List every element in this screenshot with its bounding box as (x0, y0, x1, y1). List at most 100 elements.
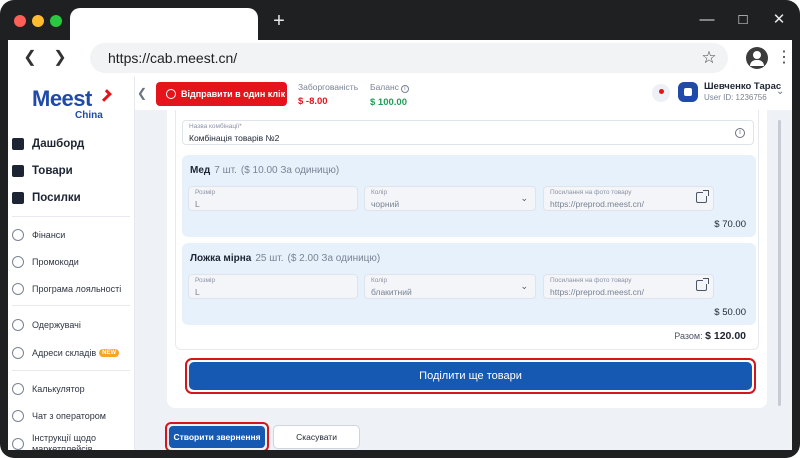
minimize-window-button[interactable] (32, 15, 44, 27)
info-icon[interactable]: i (400, 85, 409, 93)
photo-link-field[interactable]: Посилання на фото товару https://preprod… (543, 186, 714, 211)
location-icon (12, 347, 24, 359)
sidebar-item-label: Фінанси (32, 229, 66, 240)
sidebar-item-loyalty[interactable]: Програма лояльності (12, 278, 132, 300)
restore-icon[interactable]: □ (733, 10, 753, 30)
sidebar-item-label: Інструкції щодо маркетплейсів (32, 433, 96, 450)
sidebar-item-label: Одержувачі (32, 319, 81, 330)
main-content: Назва комбінації* Комбінація товарів №2 … (135, 110, 792, 450)
sidebar-item-label: Програма лояльності (32, 283, 122, 294)
external-link-icon[interactable] (696, 190, 709, 203)
chevron-down-icon[interactable]: ⌄ (776, 86, 784, 97)
user-name[interactable]: Шевченко Тарас (704, 81, 781, 92)
create-highlight: Створити звернення (165, 422, 269, 450)
sidebar-item-calculator[interactable]: Калькулятор (12, 378, 132, 400)
field-label: Посилання на фото товару (550, 189, 632, 196)
create-request-button[interactable]: Створити звернення (169, 426, 265, 448)
logo-text: Meest (32, 86, 92, 111)
sidebar-item-label: Промокоди (32, 256, 79, 267)
share-more-goods-button[interactable]: Поділити ще товари (189, 362, 752, 390)
sidebar-item-dashboard[interactable]: Дашборд (12, 133, 132, 155)
field-label: Посилання на фото товару (550, 277, 632, 284)
sidebar-divider (12, 370, 130, 371)
sidebar-item-instructions[interactable]: Інструкції щодо маркетплейсів (12, 431, 132, 450)
color-select[interactable]: Колір блакитний ⌄ (364, 274, 536, 299)
app-header: ❮ Відправити в один клік Заборгованість … (135, 76, 792, 110)
chevron-down-icon: ⌄ (520, 281, 528, 291)
field-label: Назва комбінації* (189, 123, 242, 130)
sidebar-item-label: Дашборд (32, 138, 85, 150)
field-label: Розмір (195, 277, 216, 284)
close-window-button[interactable] (14, 15, 26, 27)
back-icon[interactable]: ❮ (20, 48, 40, 68)
item-unit-price: ($ 10.00 За одиницю) (240, 165, 340, 176)
field-value: блакитний (371, 287, 412, 297)
balance-label: Баланс (370, 82, 399, 92)
total-label: Разом: (674, 331, 703, 341)
combination-block: Назва комбінації* Комбінація товарів №2 … (175, 110, 759, 350)
send-one-click-button[interactable]: Відправити в один клік (156, 82, 287, 106)
info-icon[interactable]: i (735, 128, 745, 138)
page-viewport: Meest China Дашборд Товари Посилки Фінан… (8, 76, 792, 450)
field-value: Комбінація товарів №2 (189, 133, 280, 143)
sidebar-item-promocodes[interactable]: Промокоди (12, 251, 132, 273)
field-value: https://preprod.meest.cn/ (550, 287, 645, 297)
external-link-icon[interactable] (696, 278, 709, 291)
item-price: $ 50.00 (714, 307, 746, 318)
sidebar-item-label: Товари (32, 165, 73, 177)
sidebar-divider (12, 305, 130, 306)
forward-icon[interactable]: ❯ (50, 48, 70, 68)
share-highlight: Поділити ще товари (185, 358, 756, 394)
item-unit-price: ($ 2.00 За одиницю) (287, 253, 381, 264)
debt-value: $ -8.00 (298, 96, 328, 107)
profile-icon[interactable] (746, 47, 768, 69)
close-icon[interactable]: ✕ (769, 10, 789, 30)
bookmark-star-icon[interactable]: ☆ (698, 47, 720, 69)
total-row: Разом: $ 120.00 (674, 330, 746, 342)
color-select[interactable]: Колір чорний ⌄ (364, 186, 536, 211)
sidebar-item-label: Адреси складів (32, 347, 97, 358)
field-label: Колір (371, 277, 388, 284)
wallet-icon (12, 229, 24, 241)
calculator-icon (12, 383, 24, 395)
dashboard-icon (12, 138, 24, 150)
url-text: https://cab.meest.cn/ (108, 50, 238, 66)
sidebar-item-chat[interactable]: Чат з оператором (12, 405, 132, 427)
size-field[interactable]: Розмір L (188, 186, 358, 211)
maximize-window-button[interactable] (50, 15, 62, 27)
avatar[interactable] (678, 82, 698, 102)
goods-icon (12, 165, 24, 177)
sidebar-item-finance[interactable]: Фінанси (12, 224, 132, 246)
sidebar-item-label: Калькулятор (32, 383, 85, 394)
scrollbar[interactable] (778, 120, 781, 406)
sidebar-item-recipients[interactable]: Одержувачі (12, 314, 132, 336)
browser-tab[interactable] (70, 8, 258, 40)
item-qty: 7 шт. (214, 165, 237, 176)
collapse-sidebar-icon[interactable]: ❮ (137, 87, 149, 99)
menu-dots-icon[interactable]: ⋮ (776, 48, 792, 68)
user-id: User ID: 1236756 (704, 93, 767, 102)
notification-icon[interactable] (652, 84, 670, 102)
minimize-icon[interactable]: — (697, 10, 717, 30)
combination-name-field[interactable]: Назва комбінації* Комбінація товарів №2 … (182, 120, 754, 145)
size-field[interactable]: Розмір L (188, 274, 358, 299)
sidebar-item-goods[interactable]: Товари (12, 160, 132, 182)
debt-label: Заборгованість (298, 82, 359, 92)
form-panel: Назва комбінації* Комбінація товарів №2 … (167, 110, 767, 408)
balance-block: Баланс i $ 100.00 (370, 82, 409, 108)
sidebar-item-label: Чат з оператором (32, 410, 106, 421)
sidebar-item-parcels[interactable]: Посилки (12, 187, 132, 209)
sidebar-item-warehouse-addresses[interactable]: Адреси складів NEW (12, 342, 132, 364)
field-label: Колір (371, 189, 388, 196)
address-bar[interactable]: https://cab.meest.cn/ ☆ (90, 43, 728, 73)
logo-arrow-icon (99, 89, 112, 102)
meest-logo[interactable]: Meest China (32, 86, 122, 121)
item-card: Ложка мірна 25 шт. ($ 2.00 За одиницю) Роз… (182, 243, 756, 325)
item-title: Ложка мірна 25 шт. ($ 2.00 За одиницю) (190, 253, 380, 264)
photo-link-field[interactable]: Посилання на фото товару https://preprod… (543, 274, 714, 299)
cancel-button[interactable]: Скасувати (273, 425, 360, 449)
chat-icon (12, 410, 24, 422)
field-value: https://preprod.meest.cn/ (550, 199, 645, 209)
item-qty: 25 шт. (255, 253, 284, 264)
new-tab-icon[interactable]: + (270, 11, 288, 31)
